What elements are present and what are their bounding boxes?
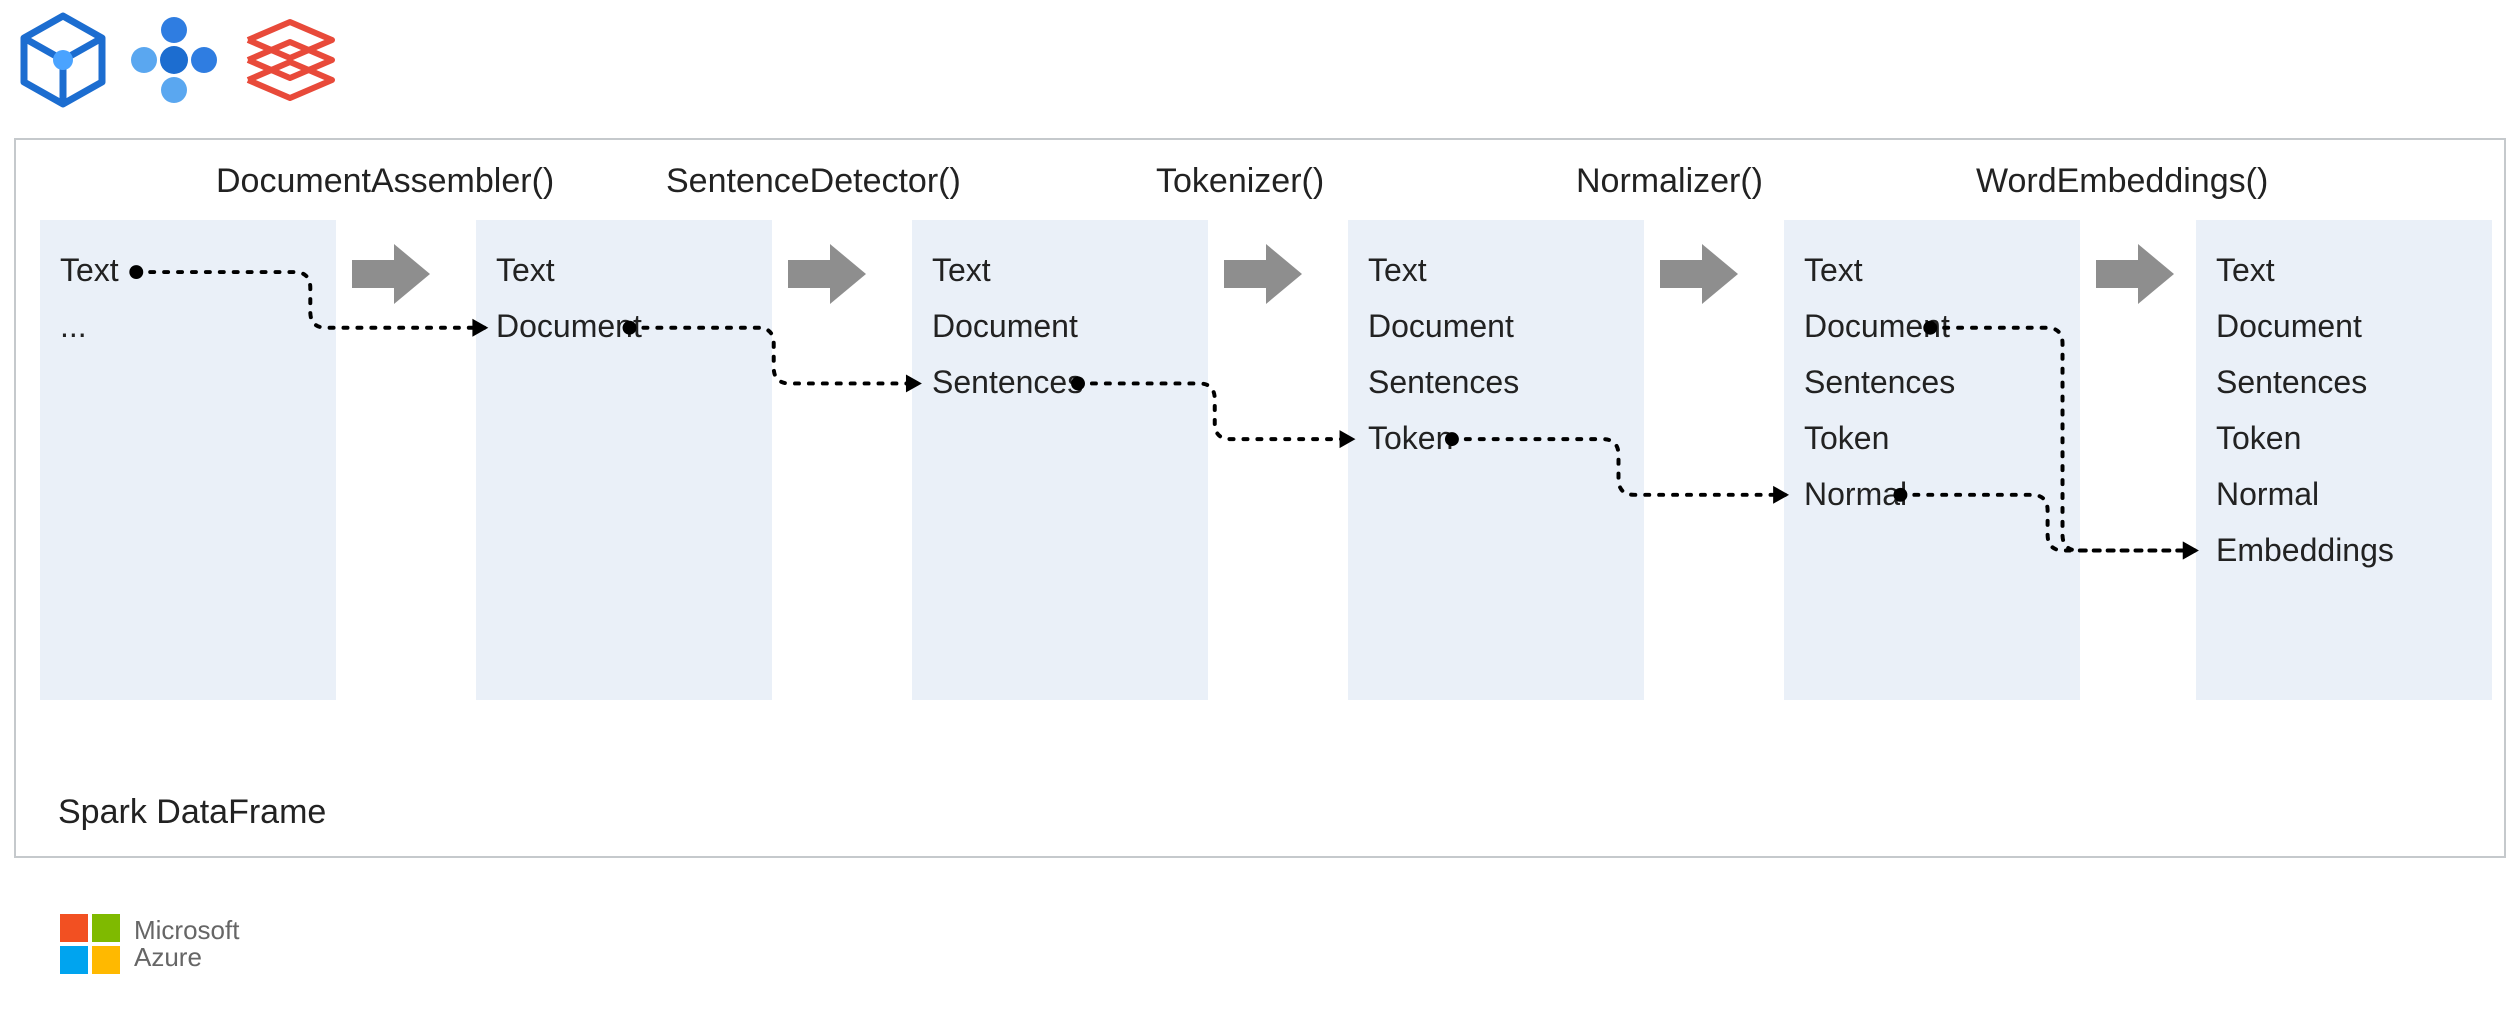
col-item: Text — [496, 242, 752, 298]
synapse-icon — [18, 10, 108, 115]
arrow-icon — [788, 244, 866, 309]
col-item: Text — [1804, 242, 2060, 298]
arrow-icon — [1224, 244, 1302, 309]
col-item: Text — [60, 242, 316, 298]
col-item: Text — [1368, 242, 1624, 298]
microsoft-icon — [60, 914, 120, 974]
product-logos — [18, 10, 340, 115]
col-item: Token — [1368, 410, 1624, 466]
col-item: Sentences — [1804, 354, 2060, 410]
col-item: Document — [1368, 298, 1624, 354]
stage-box-3: Text Document Sentences Token — [1348, 220, 1644, 700]
stage-label-1: DocumentAssembler() — [216, 162, 554, 201]
stage-box-4: Text Document Sentences Token Normal — [1784, 220, 2080, 700]
col-item: Document — [932, 298, 1188, 354]
col-item: Document — [1804, 298, 2060, 354]
col-item: Embeddings — [2216, 522, 2472, 578]
brand-line: Microsoft — [134, 917, 239, 944]
col-item: Document — [2216, 298, 2472, 354]
col-item: Sentences — [1368, 354, 1624, 410]
col-item: ... — [60, 298, 316, 354]
col-item: Normal — [1804, 466, 2060, 522]
arrow-icon — [1660, 244, 1738, 309]
stage-box-1: Text Document — [476, 220, 772, 700]
stage-label-4: Normalizer() — [1576, 162, 1763, 201]
stage-label-3: Tokenizer() — [1156, 162, 1324, 201]
col-item: Document — [496, 298, 752, 354]
arrow-icon — [352, 244, 430, 309]
databricks-icon — [240, 12, 340, 113]
stage-box-5: Text Document Sentences Token Normal Emb… — [2196, 220, 2492, 700]
col-item: Text — [2216, 242, 2472, 298]
arrow-icon — [2096, 244, 2174, 309]
col-item: Sentences — [2216, 354, 2472, 410]
stage-label-5: WordEmbeddings() — [1976, 162, 2268, 201]
ml-icon — [126, 12, 222, 113]
stage-box-0: Text ... — [40, 220, 336, 700]
frame-caption: Spark DataFrame — [58, 793, 326, 832]
microsoft-azure-logo: Microsoft Azure — [60, 914, 239, 974]
col-item: Normal — [2216, 466, 2472, 522]
brand-line: Azure — [134, 944, 239, 971]
col-item: Token — [1804, 410, 2060, 466]
pipeline-frame: Spark DataFrame DocumentAssembler() Sent… — [14, 138, 2506, 858]
stage-box-2: Text Document Sentences — [912, 220, 1208, 700]
col-item: Token — [2216, 410, 2472, 466]
col-item: Text — [932, 242, 1188, 298]
col-item: Sentences — [932, 354, 1188, 410]
stage-label-2: SentenceDetector() — [666, 162, 961, 201]
